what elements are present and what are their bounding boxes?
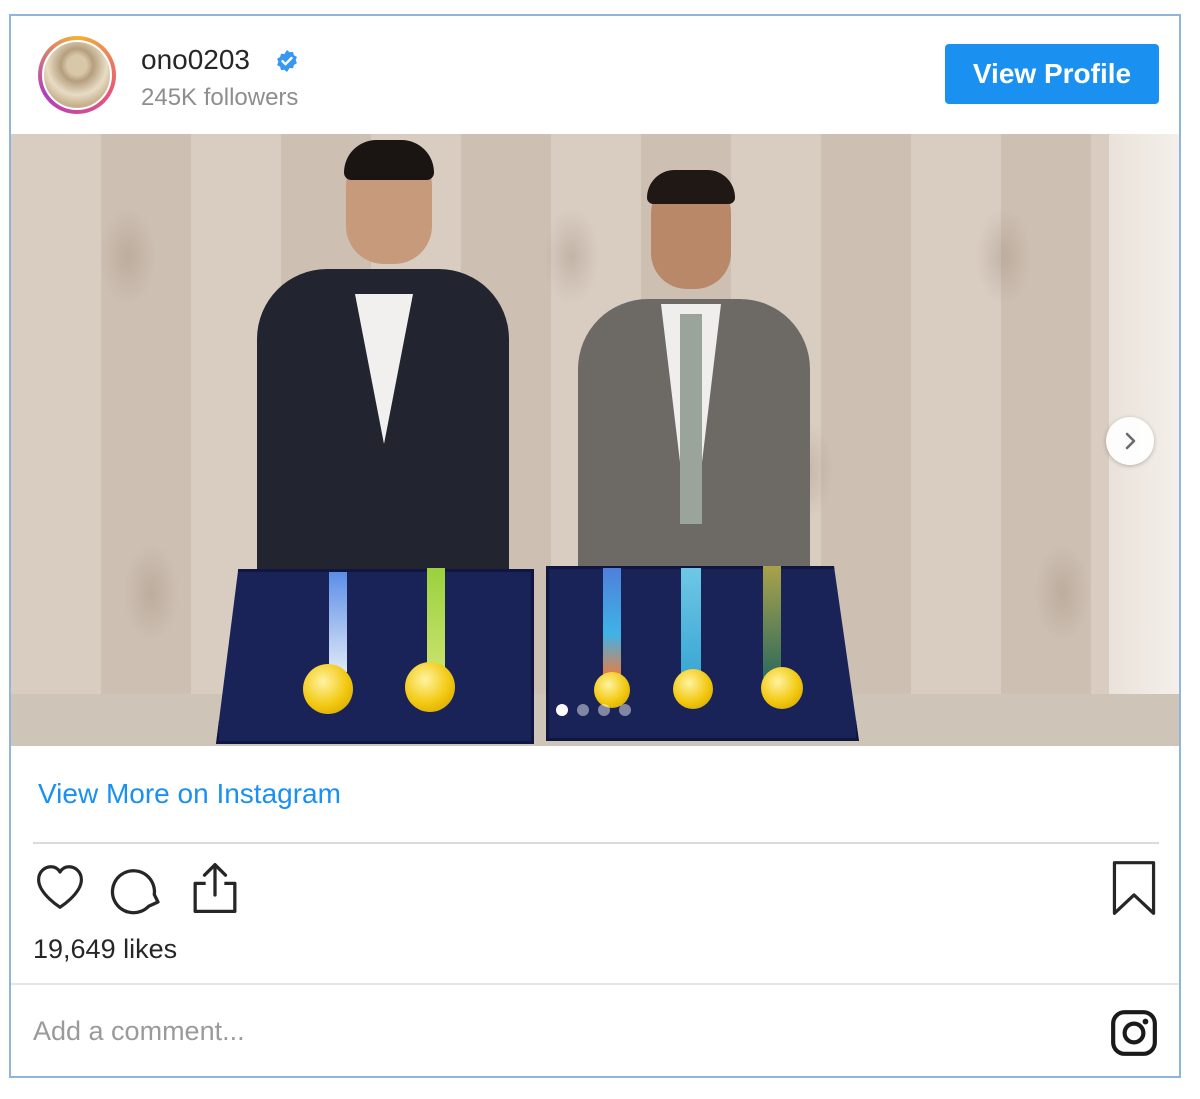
carousel-dot[interactable]	[577, 704, 589, 716]
medal-ribbon	[427, 568, 445, 668]
gold-medal	[594, 672, 630, 708]
carousel-indicators	[556, 704, 631, 716]
heart-icon[interactable]	[33, 860, 87, 914]
follower-count: 245K followers	[141, 84, 299, 111]
photo-person-right-tie	[680, 314, 702, 524]
carousel-dot[interactable]	[598, 704, 610, 716]
medal-ribbon	[763, 566, 781, 678]
comment-icon[interactable]	[109, 860, 165, 916]
verified-icon	[277, 50, 297, 72]
avatar-image	[42, 40, 112, 110]
chevron-right-icon	[1125, 432, 1136, 450]
carousel-next-button[interactable]	[1106, 417, 1154, 465]
gold-medal	[673, 669, 713, 709]
share-icon[interactable]	[187, 860, 243, 916]
medal-ribbon	[329, 572, 347, 672]
username[interactable]: ono0203	[141, 44, 250, 76]
view-more-link[interactable]: View More on Instagram	[38, 778, 341, 810]
divider	[33, 842, 1159, 844]
instagram-icon[interactable]	[1109, 1008, 1159, 1058]
post-photo[interactable]	[11, 134, 1179, 746]
gold-medal	[761, 667, 803, 709]
view-profile-button[interactable]: View Profile	[945, 44, 1159, 104]
divider	[11, 983, 1179, 985]
instagram-embed-card: ono0203 245K followers View Profile View…	[9, 14, 1181, 1078]
medal-ribbon	[603, 568, 621, 678]
medal-case-left	[216, 569, 534, 744]
carousel-dot[interactable]	[619, 704, 631, 716]
like-count: 19,649 likes	[33, 934, 178, 964]
medal-ribbon	[681, 568, 701, 678]
photo-person-left-hair	[344, 140, 434, 180]
carousel-dot[interactable]	[556, 704, 568, 716]
gold-medal	[303, 664, 353, 714]
comment-input[interactable]: Add a comment...	[33, 1016, 245, 1047]
photo-person-right-hair	[647, 170, 735, 204]
avatar[interactable]	[38, 36, 116, 114]
gold-medal	[405, 662, 455, 712]
bookmark-icon[interactable]	[1111, 860, 1157, 916]
